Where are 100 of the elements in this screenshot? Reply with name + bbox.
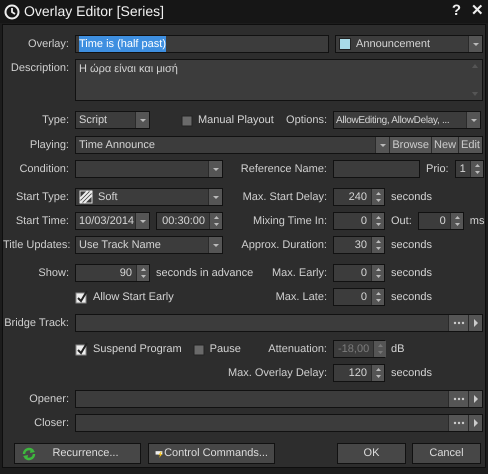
spin-buttons[interactable] (371, 237, 384, 253)
field-label: Type: (41, 112, 69, 128)
field-label: Max. Early: (272, 266, 327, 281)
field-label: Bridge Track: (3, 316, 69, 331)
play-button[interactable] (468, 315, 482, 331)
spin-buttons[interactable] (470, 161, 483, 177)
play-icon (472, 419, 478, 427)
hatched-swatch-icon (78, 190, 94, 204)
spin-buttons[interactable] (371, 213, 384, 229)
options-dropdown[interactable]: AllowEditing, AllowDelay, ... (333, 111, 481, 129)
field-label: Attenuation: (268, 342, 327, 357)
field-label: Mixing Time In: (253, 214, 327, 229)
unit-label: seconds (391, 290, 432, 305)
playing-button[interactable]: Browse (389, 137, 432, 153)
down-arrow-icon (471, 91, 479, 97)
play-button[interactable] (468, 391, 482, 407)
window-title: Overlay Editor [Series] (24, 2, 164, 21)
playing-field[interactable]: Time Announce Browse New Edit (75, 136, 483, 154)
play-icon (472, 319, 478, 327)
close-button[interactable]: ✕ (471, 0, 484, 23)
picker-field[interactable] (75, 314, 483, 332)
category-dropdown[interactable]: Announcement (335, 35, 483, 53)
dropdown-button[interactable] (208, 237, 222, 253)
spin-box[interactable]: 30 (333, 236, 385, 254)
field-label: Condition: (18, 162, 69, 177)
spin-box[interactable]: 0 (418, 212, 464, 230)
dialog-button[interactable]: Cancel (412, 443, 481, 464)
reference-name-field[interactable] (333, 160, 420, 178)
field-label: Max. Overlay Delay: (228, 366, 327, 381)
checkbox-label[interactable]: Suspend Program (93, 340, 182, 358)
field-label: Description: (10, 61, 69, 76)
checkbox[interactable] (180, 113, 194, 127)
prio-spin-box[interactable]: 1 (454, 160, 484, 178)
dropdown-button[interactable] (466, 112, 480, 128)
unit-label: seconds (391, 366, 432, 381)
spin-buttons[interactable] (371, 265, 384, 281)
checkbox-label[interactable]: Pause (210, 340, 241, 358)
refresh-icon (21, 446, 37, 462)
field-label: Max. Late: (276, 290, 327, 305)
unit-label: seconds (391, 190, 432, 205)
spin-buttons[interactable] (371, 365, 384, 381)
spin-box[interactable]: 0 (333, 264, 385, 282)
playing-button[interactable]: New (431, 137, 458, 153)
date-dropdown[interactable]: 10/03/2014 (75, 212, 150, 230)
play-icon (472, 395, 478, 403)
browse-button[interactable] (448, 415, 468, 431)
spin-buttons[interactable] (371, 289, 384, 305)
dropdown-button[interactable] (208, 161, 222, 177)
ellipsis-icon (452, 321, 464, 325)
spin-box[interactable]: 240 (333, 188, 385, 206)
clock-icon (4, 4, 20, 20)
field-label: Reference Name: (240, 162, 327, 177)
unit-label: ms (470, 214, 484, 229)
browse-button[interactable] (448, 391, 468, 407)
unit-label: seconds (391, 238, 432, 253)
dropdown-button[interactable] (208, 189, 222, 205)
field-label: Start Time: (14, 214, 69, 229)
spin-box[interactable]: 0 (333, 288, 385, 306)
spin-buttons[interactable] (450, 213, 463, 229)
spin-box[interactable]: 0 (333, 212, 385, 230)
unit-label: seconds in advance (156, 266, 254, 281)
unit-label: dB (391, 342, 404, 357)
picker-field[interactable] (75, 390, 483, 408)
spin-box[interactable]: 120 (333, 364, 385, 382)
dropdown-button[interactable] (135, 213, 149, 229)
start-type-dropdown[interactable]: Soft (75, 188, 223, 206)
dialog-button[interactable]: Recurrence... (14, 443, 141, 464)
up-arrow-icon (471, 63, 479, 69)
picker-field[interactable] (75, 414, 483, 432)
play-button[interactable] (468, 415, 482, 431)
spin-box[interactable]: 90 (75, 264, 150, 282)
dialog-button[interactable]: OK (337, 443, 406, 464)
help-button[interactable]: ? (452, 0, 461, 23)
dropdown-button[interactable] (468, 36, 482, 52)
spin-buttons[interactable] (371, 189, 384, 205)
checkbox-checked[interactable] (75, 342, 89, 356)
browse-button[interactable] (448, 315, 468, 331)
field-label: Max. Start Delay: (242, 190, 327, 205)
dropdown-button[interactable] (375, 137, 390, 153)
field-label: Closer: (33, 416, 69, 431)
checkbox[interactable] (192, 342, 206, 356)
time-spin-box[interactable]: 00:30:00 (156, 212, 223, 230)
checkbox-label[interactable]: Manual Playout (198, 112, 274, 128)
type-dropdown[interactable]: Script (75, 111, 150, 129)
checkbox-label[interactable]: Allow Start Early (93, 288, 174, 306)
field-label: Show: (37, 266, 69, 281)
dropdown-button[interactable] (135, 112, 149, 128)
field-label: Playing: (28, 138, 69, 153)
dialog-button[interactable]: Control Commands... (148, 443, 275, 464)
spin-buttons[interactable] (209, 213, 222, 229)
playing-button[interactable]: Edit (458, 137, 482, 153)
title-updates-dropdown[interactable]: Use Track Name (75, 236, 223, 254)
spin-buttons[interactable] (136, 265, 149, 281)
description-field[interactable]: Η ώρα είναι και μισή (75, 59, 483, 101)
checkbox-checked[interactable] (75, 290, 89, 304)
unit-label: Out: (391, 214, 412, 229)
field-label: Overlay: (27, 36, 69, 52)
ellipsis-icon (452, 397, 464, 401)
unit-label: seconds (391, 266, 432, 281)
field-label: Title Updates: (3, 238, 69, 253)
